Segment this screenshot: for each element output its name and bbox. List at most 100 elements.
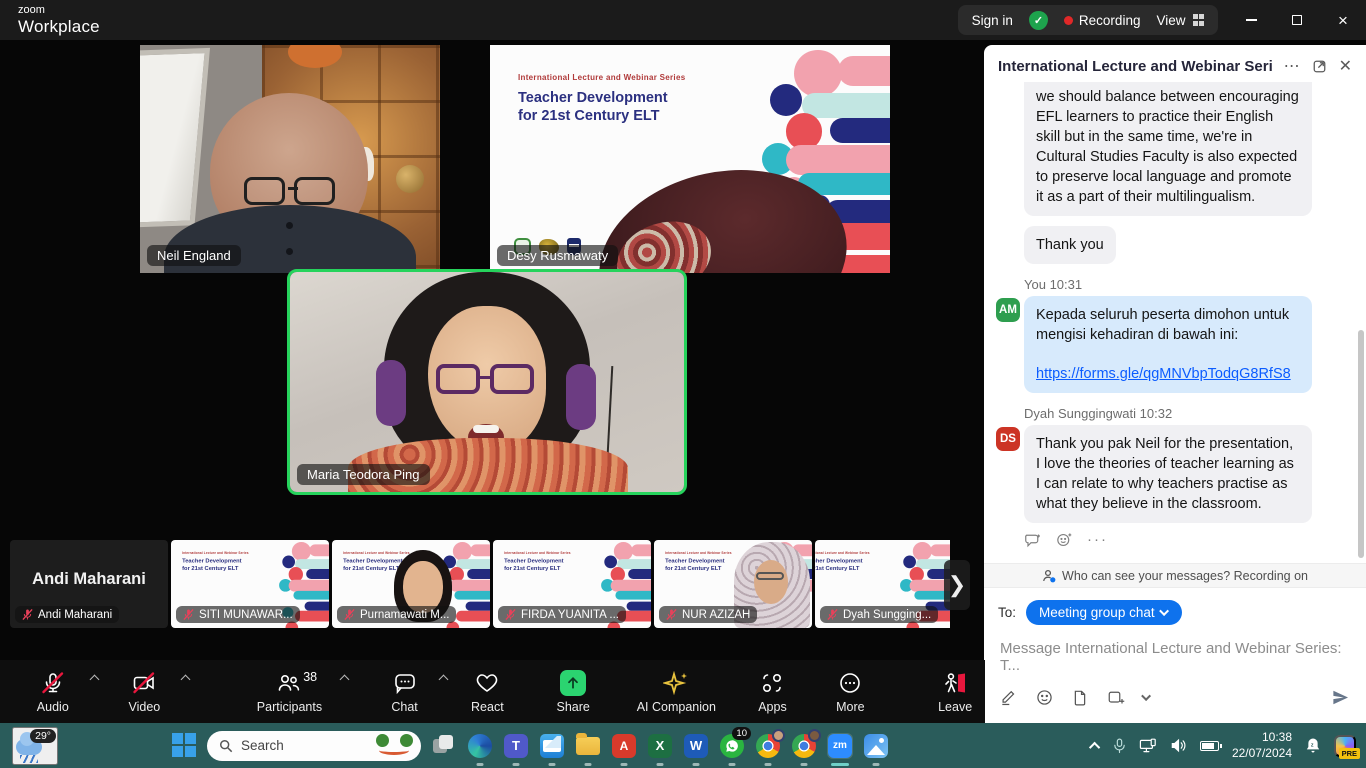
screenshot-icon[interactable] (1107, 689, 1125, 706)
recording-indicator[interactable]: Recording (1064, 13, 1141, 28)
filmstrip-next-button[interactable]: ❯ (944, 560, 970, 610)
heart-icon (475, 670, 499, 696)
leave-button[interactable]: Leave (925, 660, 985, 723)
cast-display-icon[interactable] (1139, 738, 1157, 754)
edge-icon (468, 734, 492, 758)
windows-taskbar: 29° Search T A X W 10 zm (0, 723, 1366, 768)
chat-message-list: we should balance between encouraging EF… (984, 82, 1366, 563)
chat-message: we should balance between encouraging EF… (1024, 82, 1352, 216)
more-dots-icon (838, 670, 862, 696)
more-label: More (836, 700, 864, 714)
send-icon[interactable] (1331, 688, 1350, 707)
close-button[interactable]: × (1320, 0, 1366, 40)
share-button[interactable]: Share (545, 660, 601, 723)
chrome-app-2[interactable] (791, 733, 817, 759)
chat-more-icon[interactable]: ⋯ (1284, 59, 1300, 75)
recording-dot-icon (1064, 16, 1073, 25)
clock-widget[interactable]: 10:38 22/07/2024 (1232, 730, 1292, 761)
audio-options-chevron-icon[interactable] (91, 676, 98, 683)
chat-message-input[interactable]: Message International Lecture and Webina… (984, 627, 1366, 674)
react-button[interactable]: React (459, 660, 515, 723)
chat-label: Chat (391, 700, 417, 714)
file-explorer-app[interactable] (575, 733, 601, 759)
input-options-chevron-icon[interactable] (1144, 694, 1151, 701)
edge-app[interactable] (467, 733, 493, 759)
filmstrip-tile-purnamawati[interactable]: International Lecture and Webinar Series… (332, 540, 490, 628)
apps-button[interactable]: Apps (746, 660, 800, 723)
recipient-selector[interactable]: Meeting group chat (1026, 600, 1182, 625)
chat-sender-header: Dyah Sunggingwati 10:32 (1024, 406, 1352, 421)
video-tile-desy-rusmawaty[interactable]: International Lecture and Webinar Series… (490, 45, 890, 273)
notification-bell-icon[interactable]: z (1305, 737, 1321, 754)
chat-panel: International Lecture and Webinar Series… (984, 45, 1366, 723)
excel-app[interactable]: X (647, 733, 673, 759)
chevron-down-icon (1159, 606, 1169, 616)
security-shield-icon[interactable]: ✓ (1029, 11, 1048, 30)
participants-label: Participants (257, 700, 322, 714)
audio-button[interactable]: Audio (22, 660, 84, 723)
emoji-icon[interactable] (1036, 689, 1053, 706)
message-actions: ··· (1024, 532, 1352, 548)
format-icon[interactable] (1000, 689, 1017, 706)
chrome-app-1[interactable] (755, 733, 781, 759)
battery-icon[interactable] (1200, 741, 1219, 751)
participants-options-chevron-icon[interactable] (341, 676, 348, 683)
adobe-acrobat-app[interactable]: A (611, 733, 637, 759)
windows-start-button[interactable] (172, 733, 197, 758)
video-tile-neil-england[interactable]: Neil England (140, 45, 440, 273)
privacy-notice[interactable]: Who can see your messages? Recording on (984, 563, 1366, 588)
taskbar-search[interactable]: Search (207, 731, 421, 761)
attach-file-icon[interactable] (1072, 689, 1088, 706)
chat-close-icon[interactable]: ✕ (1339, 59, 1352, 75)
mail-app[interactable] (539, 733, 565, 759)
sender-name: You (1024, 277, 1046, 292)
view-button[interactable]: View (1156, 13, 1204, 28)
filmstrip-tile-siti-munawar[interactable]: International Lecture and Webinar Series… (171, 540, 329, 628)
chat-button[interactable]: Chat (376, 660, 434, 723)
weather-widget[interactable]: 29° (12, 727, 58, 765)
teams-app[interactable]: T (503, 733, 529, 759)
ai-companion-button[interactable]: AI Companion (631, 660, 721, 723)
chat-popout-icon[interactable] (1312, 59, 1327, 74)
filmstrip-tile-nur-azizah[interactable]: International Lecture and Webinar Series… (654, 540, 812, 628)
video-options-chevron-icon[interactable] (182, 676, 189, 683)
message-time: 10:32 (1140, 406, 1173, 421)
copilot-icon[interactable]: PRE (1334, 735, 1356, 757)
message-text: Kepada seluruh peserta dimohon untuk men… (1036, 307, 1289, 343)
message-more-icon[interactable]: ··· (1087, 536, 1108, 544)
leave-door-icon (942, 670, 968, 696)
attendance-form-link[interactable]: https://forms.gle/qgMNVbpTodqG8RfS8 (1036, 366, 1291, 382)
filmstrip-tile-andi-maharani[interactable]: Andi Maharani Andi Maharani (10, 540, 168, 628)
filmstrip-tile-firda-yuanita[interactable]: International Lecture and Webinar Series… (493, 540, 651, 628)
add-reaction-icon[interactable] (1056, 532, 1072, 548)
speaker-icon[interactable] (1170, 738, 1187, 753)
recipient-value: Meeting group chat (1039, 605, 1155, 620)
who-can-see-icon (1042, 569, 1056, 583)
video-stage: Neil England International Lecture and W… (0, 40, 985, 660)
hidden-icons-chevron-icon[interactable] (1092, 742, 1100, 750)
whatsapp-badge: 10 (732, 727, 751, 740)
video-tile-maria-teodora-ping-active-speaker[interactable]: Maria Teodora Ping (287, 269, 687, 495)
word-app[interactable]: W (683, 733, 709, 759)
chat-options-chevron-icon[interactable] (440, 676, 447, 683)
more-button[interactable]: More (823, 660, 877, 723)
chat-bubble: Thank you (1024, 226, 1116, 264)
reply-icon[interactable] (1024, 533, 1041, 548)
chat-sender-header: You 10:31 (1024, 277, 1352, 292)
sign-in-button[interactable]: Sign in (972, 13, 1013, 28)
task-view-button[interactable] (431, 733, 457, 759)
video-button[interactable]: Video (114, 660, 176, 723)
avatar: AM (996, 298, 1020, 322)
slide-series-label: International Lecture and Webinar Series (518, 73, 685, 82)
filmstrip-tile-dyah-sunggingwati[interactable]: International Lecture and Webinar Series… (815, 540, 950, 628)
tray-mic-icon[interactable] (1113, 738, 1126, 754)
chat-scrollbar[interactable] (1358, 330, 1364, 558)
maria-video-scene (290, 272, 684, 492)
zoom-app-active[interactable]: zm (827, 733, 853, 759)
chat-title: International Lecture and Webinar Series… (998, 58, 1272, 75)
restore-button[interactable] (1274, 0, 1320, 40)
photos-app[interactable] (863, 733, 889, 759)
minimize-button[interactable] (1228, 0, 1274, 40)
whatsapp-app[interactable]: 10 (719, 733, 745, 759)
participants-button[interactable]: Participants 38 (245, 660, 334, 723)
